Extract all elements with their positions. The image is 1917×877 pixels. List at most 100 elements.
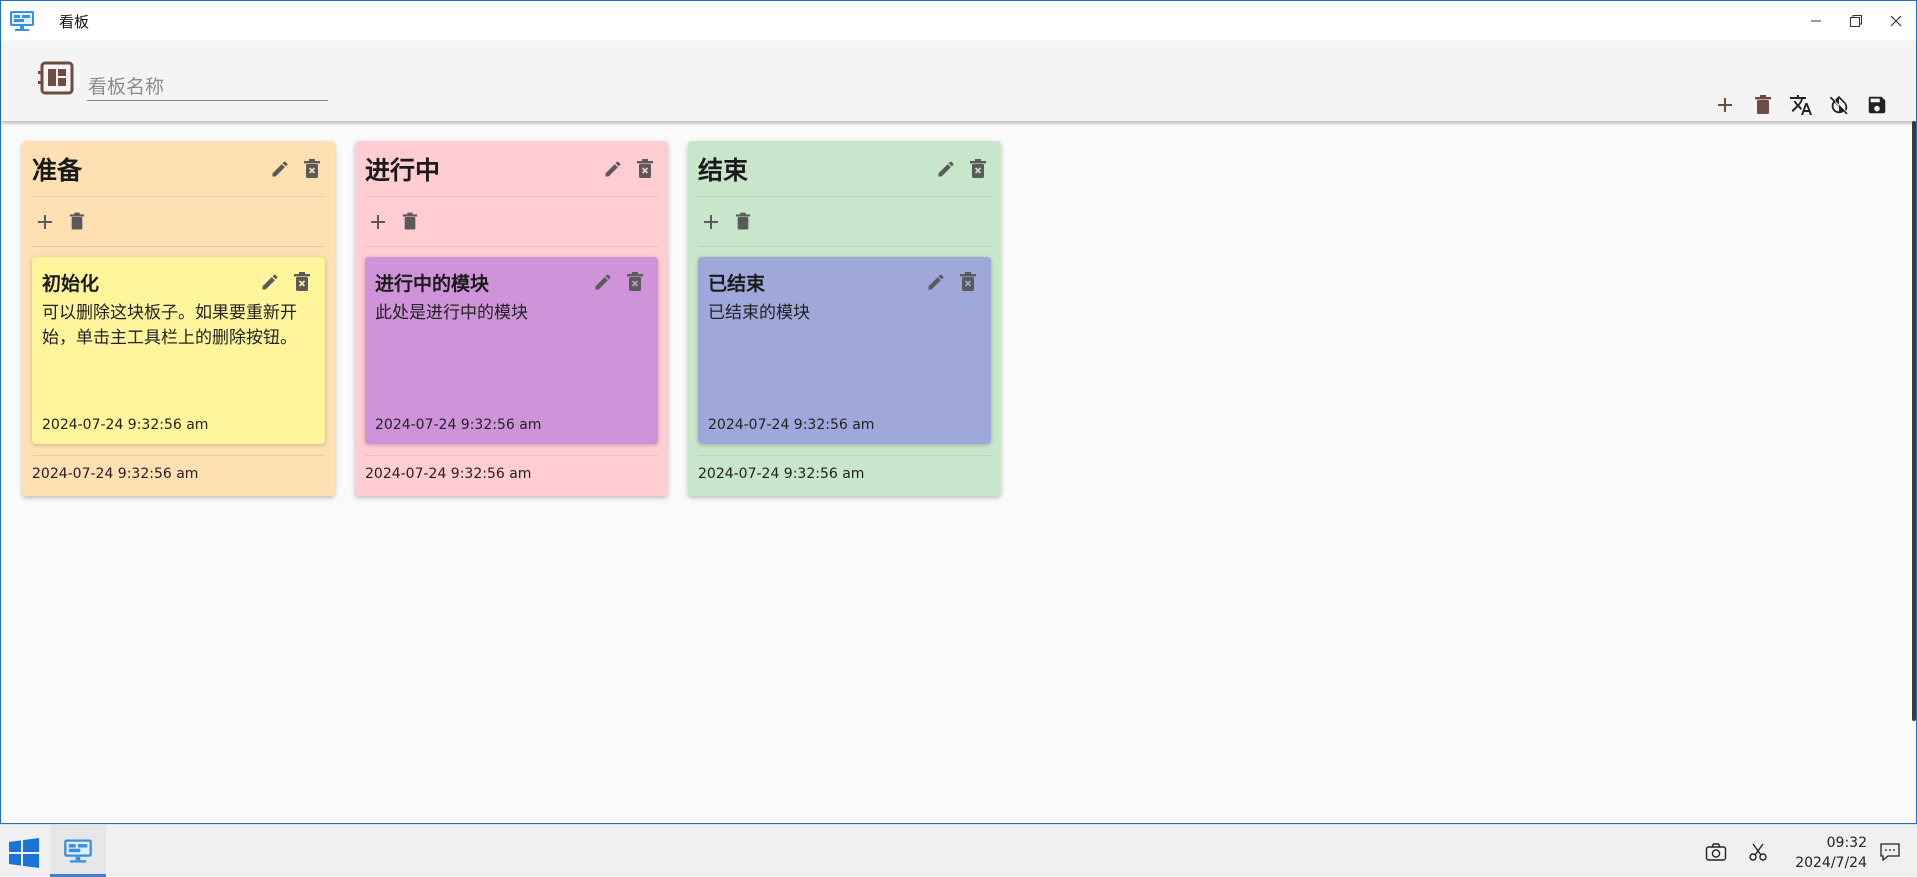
card-title: 初始化: [42, 272, 100, 295]
list-column: 结束 已结束 已结束的模块 2024-07-24 9:32:56 am 2024…: [688, 141, 1001, 496]
clear-cards-button[interactable]: [64, 209, 90, 235]
card-title: 进行中的模块: [375, 272, 490, 295]
card-title: 已结束: [708, 272, 766, 295]
list-title: 进行中: [365, 155, 441, 185]
add-icon: [38, 214, 52, 229]
card[interactable]: 初始化 可以删除这块板子。如果要重新开始，单击主工具栏上的删除按钮。 2024-…: [32, 257, 325, 444]
snip-tray-button[interactable]: [1745, 839, 1771, 865]
delete-forever-icon: [970, 158, 986, 178]
card-body: 已结束的模块: [708, 303, 810, 323]
list-header: 进行中: [365, 141, 658, 197]
list-tools: [365, 197, 658, 247]
edit-card-button[interactable]: [257, 269, 283, 295]
edit-card-button[interactable]: [590, 269, 616, 295]
clear-cards-button[interactable]: [397, 209, 423, 235]
edit-icon: [272, 160, 288, 176]
list-timestamp: 2024-07-24 9:32:56 am: [32, 455, 325, 482]
card[interactable]: 已结束 已结束的模块 2024-07-24 9:32:56 am: [698, 257, 991, 444]
delete-list-button[interactable]: [632, 156, 658, 182]
delete-icon: [402, 212, 418, 230]
save-icon: [1868, 96, 1886, 114]
translate-button[interactable]: [1788, 92, 1814, 118]
delete-list-button[interactable]: [965, 156, 991, 182]
list-title: 准备: [32, 155, 83, 185]
list-title: 结束: [698, 155, 749, 185]
edit-icon: [928, 274, 944, 290]
edit-card-button[interactable]: [923, 269, 949, 295]
list-column: 准备 初始化 可以删除这块板子。如果要重新开始，单击主工具栏上的删除按钮。 20…: [22, 141, 335, 496]
close-button[interactable]: [1876, 1, 1916, 41]
add-icon: [1718, 98, 1732, 112]
delete-forever-icon: [627, 272, 643, 291]
delete-icon: [69, 212, 85, 230]
restore-icon: [1850, 15, 1862, 27]
delete-forever-icon: [294, 272, 310, 291]
delete-forever-icon: [637, 158, 653, 178]
list-column: 进行中 进行中的模块 此处是进行中的模块 2024-07-24 9:32:56 …: [355, 141, 668, 496]
camera-icon: [1705, 843, 1727, 861]
edit-icon: [938, 160, 954, 176]
theme-toggle-button[interactable]: [1826, 92, 1852, 118]
minimize-button[interactable]: [1796, 1, 1836, 41]
edit-list-button[interactable]: [267, 156, 293, 182]
translate-icon: [1790, 95, 1812, 115]
screenshot-tray-button[interactable]: [1703, 839, 1729, 865]
add-card-button[interactable]: [698, 209, 724, 235]
list-tools: [698, 197, 991, 247]
list-tools: [32, 197, 325, 247]
delete-card-button[interactable]: [289, 269, 315, 295]
card-timestamp: 2024-07-24 9:32:56 am: [375, 417, 542, 433]
clock-date: 2024/7/24: [1795, 855, 1867, 871]
add-icon: [704, 214, 718, 229]
main-toolbar: [1, 41, 1916, 121]
card-timestamp: 2024-07-24 9:32:56 am: [42, 417, 209, 433]
dashboard-icon: [38, 61, 74, 95]
edit-icon: [605, 160, 621, 176]
list-header: 结束: [698, 141, 991, 197]
add-board-button[interactable]: [1712, 92, 1738, 118]
list-timestamp: 2024-07-24 9:32:56 am: [365, 455, 658, 482]
edit-icon: [595, 274, 611, 290]
edit-icon: [262, 274, 278, 290]
app-icon: [10, 11, 34, 31]
delete-icon: [735, 212, 751, 230]
minimize-icon: [1811, 20, 1821, 22]
edit-list-button[interactable]: [933, 156, 959, 182]
delete-card-button[interactable]: [955, 269, 981, 295]
title-bar: 看板: [1, 1, 1916, 41]
card-body: 可以删除这块板子。如果要重新开始，单击主工具栏上的删除按钮。: [42, 303, 297, 348]
vertical-scrollbar[interactable]: [1912, 121, 1916, 721]
taskbar-app-kanban[interactable]: [50, 825, 106, 877]
list-timestamp: 2024-07-24 9:32:56 am: [698, 455, 991, 482]
theme-off-icon: [1829, 95, 1848, 115]
delete-icon: [1755, 95, 1771, 114]
app-window: 看板 看板名称 准备 初始化 可以删除这块板子。如果要重新开始，单击主工具栏上的…: [0, 0, 1917, 824]
card-timestamp: 2024-07-24 9:32:56 am: [708, 417, 875, 433]
list-header: 准备: [32, 141, 325, 197]
add-icon: [371, 214, 385, 229]
save-button[interactable]: [1864, 92, 1890, 118]
notification-icon: [1880, 843, 1900, 862]
edit-list-button[interactable]: [600, 156, 626, 182]
card[interactable]: 进行中的模块 此处是进行中的模块 2024-07-24 9:32:56 am: [365, 257, 658, 444]
delete-board-button[interactable]: [1750, 92, 1776, 118]
delete-card-button[interactable]: [622, 269, 648, 295]
taskbar: 09:32 2024/7/24: [0, 824, 1917, 877]
clock-time: 09:32: [1826, 835, 1867, 851]
card-body: 此处是进行中的模块: [375, 303, 528, 323]
notifications-button[interactable]: [1877, 839, 1903, 865]
windows-start-icon[interactable]: [8, 837, 40, 869]
restore-button[interactable]: [1836, 1, 1876, 41]
close-icon: [1890, 15, 1902, 27]
window-title: 看板: [59, 12, 90, 31]
board-name-input[interactable]: [87, 73, 328, 101]
delete-list-button[interactable]: [299, 156, 325, 182]
scissors-icon: [1749, 843, 1767, 861]
delete-forever-icon: [960, 272, 976, 291]
delete-forever-icon: [304, 158, 320, 178]
app-icon: [64, 839, 92, 863]
add-card-button[interactable]: [365, 209, 391, 235]
clear-cards-button[interactable]: [730, 209, 756, 235]
add-card-button[interactable]: [32, 209, 58, 235]
taskbar-clock[interactable]: 09:32 2024/7/24: [1777, 833, 1867, 873]
